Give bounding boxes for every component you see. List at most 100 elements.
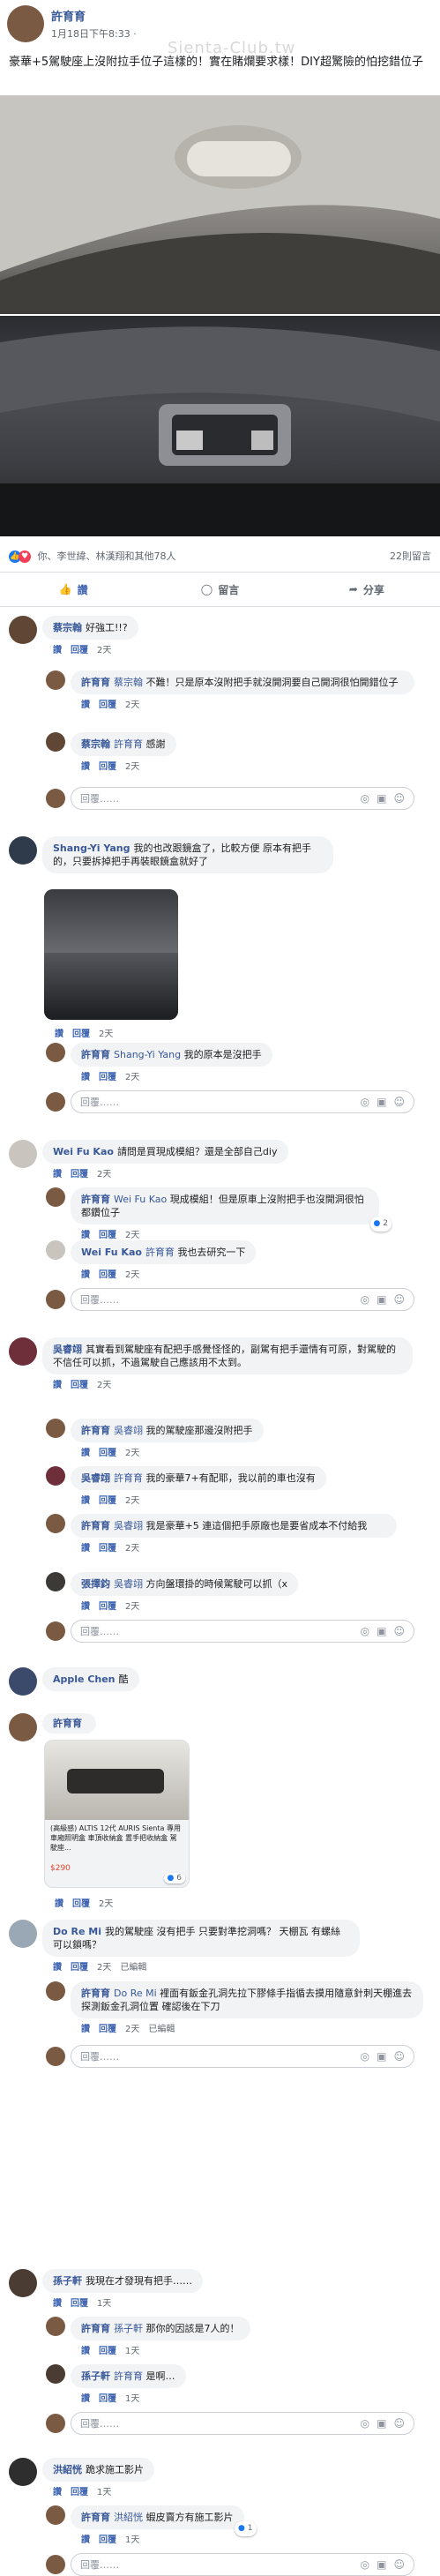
avatar[interactable]	[9, 1140, 37, 1168]
comment-time[interactable]: 2天	[125, 1231, 139, 1240]
commenter-name[interactable]: 許育育	[81, 1049, 110, 1060]
camera-icon[interactable]: ◎	[361, 2050, 369, 2063]
gif-icon[interactable]: ▣	[377, 1625, 386, 1637]
comment-like-link[interactable]: 讚	[81, 1073, 90, 1082]
mention[interactable]: 吳睿翊	[114, 1520, 143, 1531]
comment-like-link[interactable]: 讚	[53, 2488, 62, 2497]
avatar[interactable]	[46, 2317, 65, 2336]
gif-icon[interactable]: ▣	[377, 2558, 386, 2571]
share-button[interactable]: ➦ 分享	[294, 573, 440, 606]
comment-photo[interactable]	[44, 889, 178, 1020]
avatar[interactable]	[46, 1981, 65, 2001]
avatar[interactable]	[46, 732, 65, 752]
comment-reply-link[interactable]: 回覆	[99, 1544, 116, 1554]
mention[interactable]: 吳睿翊	[114, 1578, 143, 1590]
avatar[interactable]	[9, 2458, 37, 2486]
commenter-name[interactable]: 許育育	[81, 1988, 110, 1999]
avatar[interactable]	[46, 2364, 65, 2384]
comment-time[interactable]: 2天	[125, 1602, 139, 1612]
comment-reply-link[interactable]: 回覆	[99, 2025, 116, 2034]
comment-time[interactable]: 1天	[125, 2535, 139, 2545]
comment-reply-link[interactable]: 回覆	[99, 1073, 116, 1082]
comment-reply-link[interactable]: 回覆	[99, 1449, 116, 1458]
reply-input[interactable]: 回覆…… ◎ ▣ ☺	[71, 787, 414, 810]
reply-input[interactable]: 回覆…… ◎ ▣ ☺	[71, 1090, 414, 1113]
post-photo-2[interactable]	[0, 316, 440, 536]
mention[interactable]: 吳睿翊	[114, 1425, 143, 1436]
comment-like-link[interactable]: 讚	[55, 1899, 63, 1909]
commenter-name[interactable]: 許育育	[81, 2512, 110, 2523]
avatar[interactable]	[46, 1572, 65, 1591]
comment-reply-link[interactable]: 回覆	[71, 1170, 88, 1179]
comment-time[interactable]: 2天	[125, 1073, 139, 1082]
commenter-name[interactable]: Apple Chen	[53, 1674, 116, 1685]
sticker-icon[interactable]: ☺	[393, 2558, 405, 2571]
comment-time[interactable]: 2天	[99, 1030, 113, 1039]
commenter-name[interactable]: 許育育	[53, 1718, 82, 1729]
post-photo-1[interactable]	[0, 95, 440, 314]
avatar[interactable]	[46, 1240, 65, 1260]
comment-count[interactable]: 22則留言	[390, 549, 431, 563]
comment-like-link[interactable]: 讚	[81, 1544, 90, 1554]
comment-time[interactable]: 1天	[125, 2394, 139, 2404]
reaction-summary[interactable]: 👍♥ 你、李世緯、林漢翔和其他78人 22則留言	[9, 549, 431, 565]
comment-time[interactable]: 2天	[125, 700, 139, 710]
reaction-badge[interactable]: ● 2	[369, 1217, 392, 1232]
comment-like-link[interactable]: 讚	[81, 1270, 90, 1280]
reaction-badge[interactable]: ● 1	[235, 2521, 257, 2536]
comment-reply-link[interactable]: 回覆	[71, 2299, 88, 2309]
reply-input[interactable]: 回覆…… ◎ ▣ ☺	[71, 2045, 414, 2068]
commenter-name[interactable]: Shang-Yi Yang	[53, 842, 130, 854]
comment-reply-link[interactable]: 回覆	[99, 1231, 116, 1240]
comment-like-link[interactable]: 讚	[53, 1381, 62, 1390]
comment-like-link[interactable]: 讚	[81, 762, 90, 772]
comment-reply-link[interactable]: 回覆	[71, 2488, 88, 2497]
comment-like-link[interactable]: 讚	[81, 700, 90, 710]
mention[interactable]: 許育育	[114, 2370, 143, 2382]
reply-input[interactable]: 回覆…… ◎ ▣ ☺	[71, 1288, 414, 1311]
link-preview-card[interactable]: (高級感) ALTIS 12代 AURIS Sienta 專用車廂照明盒 車頂收…	[44, 1740, 190, 1888]
comment-time[interactable]: 1天	[125, 2347, 139, 2356]
reply-input[interactable]: 回覆…… ◎ ▣ ☺	[71, 2412, 414, 2435]
comment-time[interactable]: 2天	[125, 2025, 139, 2034]
post-author-name[interactable]: 許育育	[51, 7, 86, 24]
commenter-name[interactable]: Do Re Mi	[53, 1926, 101, 1937]
comment-time[interactable]: 1天	[97, 2299, 111, 2309]
comment-reply-link[interactable]: 回覆	[99, 2535, 116, 2545]
sticker-icon[interactable]: ☺	[393, 1096, 405, 1108]
comment-time[interactable]: 2天	[97, 1963, 111, 1973]
comment-reply-link[interactable]: 回覆	[72, 1030, 90, 1039]
comment-time[interactable]: 2天	[125, 1496, 139, 1506]
gif-icon[interactable]: ▣	[377, 792, 386, 805]
commenter-name[interactable]: 洪紹恍	[53, 2464, 82, 2475]
comment-like-link[interactable]: 讚	[55, 1030, 63, 1039]
avatar[interactable]	[46, 1043, 65, 1062]
avatar[interactable]	[9, 1920, 37, 1948]
comment-time[interactable]: 2天	[125, 1544, 139, 1554]
like-button[interactable]: 👍 讚	[0, 573, 146, 606]
comment-like-link[interactable]: 讚	[81, 2025, 90, 2034]
comment-reply-link[interactable]: 回覆	[99, 2347, 116, 2356]
comment-time[interactable]: 2天	[125, 1270, 139, 1280]
camera-icon[interactable]: ◎	[361, 1096, 369, 1108]
avatar[interactable]	[9, 2269, 37, 2297]
mention[interactable]: 許育育	[145, 1247, 175, 1258]
commenter-name[interactable]: 張擇鈞	[81, 1578, 110, 1590]
mention[interactable]: Shang-Yi Yang	[114, 1049, 181, 1060]
comment-like-link[interactable]: 讚	[81, 2347, 90, 2356]
commenter-name[interactable]: Wei Fu Kao	[53, 1146, 114, 1157]
comment-button[interactable]: ◯ 留言	[146, 573, 293, 606]
post-time-text[interactable]: 1月18日下午8:33	[51, 28, 131, 40]
sticker-icon[interactable]: ☺	[393, 792, 405, 805]
commenter-name[interactable]: 吳睿翊	[81, 1472, 110, 1484]
sticker-icon[interactable]: ☺	[393, 2050, 405, 2063]
comment-like-link[interactable]: 讚	[53, 646, 62, 655]
camera-icon[interactable]: ◎	[361, 2558, 369, 2571]
comment-like-link[interactable]: 讚	[81, 1602, 90, 1612]
sticker-icon[interactable]: ☺	[393, 1625, 405, 1637]
mention[interactable]: 許育育	[114, 738, 143, 750]
avatar[interactable]	[9, 616, 37, 644]
commenter-name[interactable]: 蔡宗翰	[53, 622, 82, 633]
mention[interactable]: Wei Fu Kao	[114, 1194, 167, 1205]
comment-reply-link[interactable]: 回覆	[71, 646, 88, 655]
